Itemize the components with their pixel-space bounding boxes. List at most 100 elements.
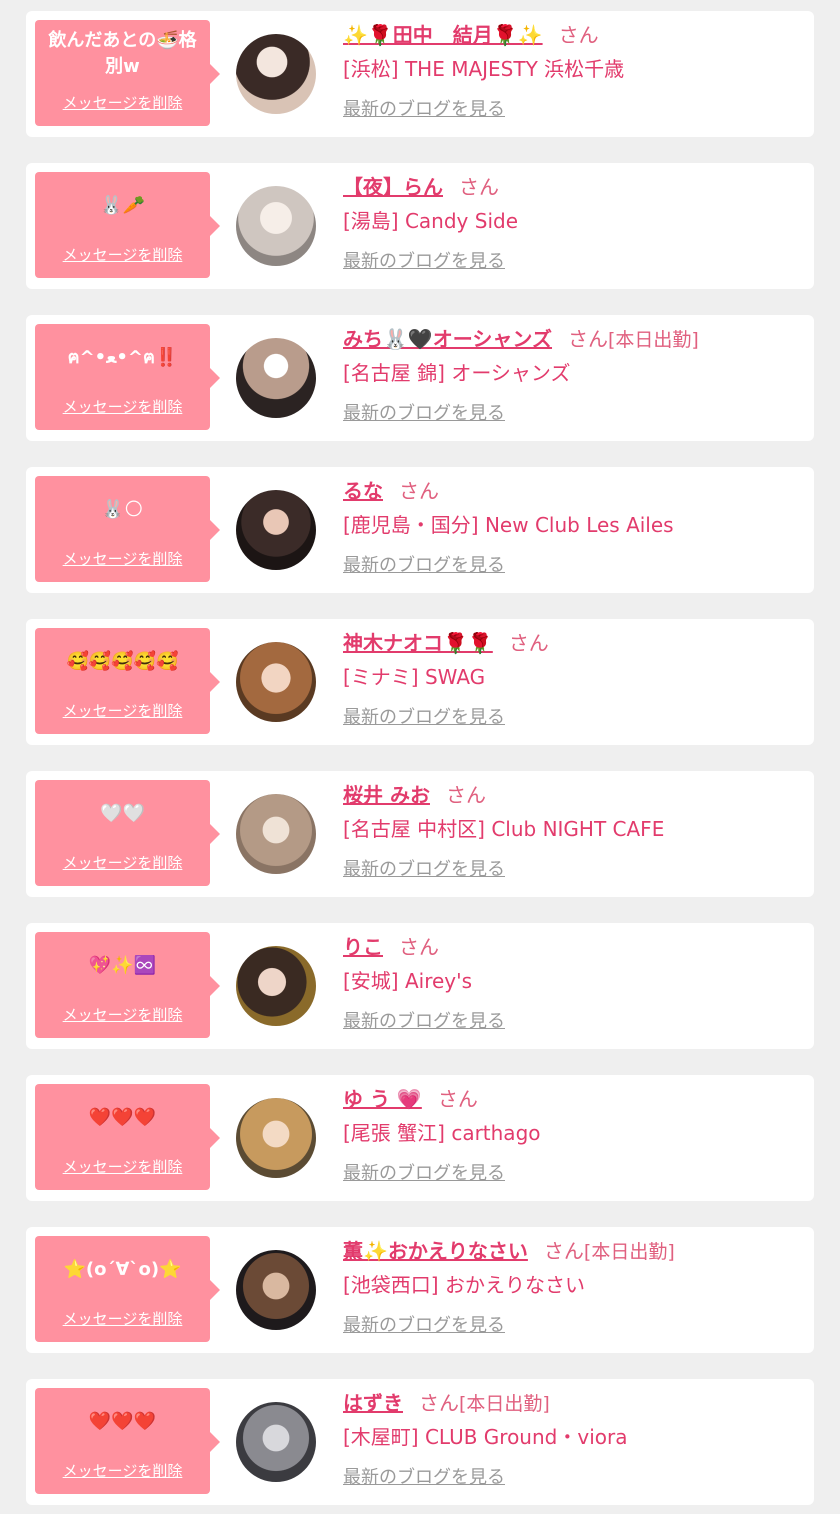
avatar[interactable]	[236, 1402, 316, 1482]
message-card: ⭐️(o´∀`o)⭐️ メッセージを削除 薫✨おかえりなさい さん[本日出勤] […	[26, 1227, 814, 1353]
shop-name: [鹿児島・国分] New Club Les Ailes	[343, 513, 674, 537]
message-bubble: ฅ^•ﻌ•^ฅ‼️ メッセージを削除	[35, 324, 220, 430]
shop-name: [尾張 蟹江] carthago	[343, 1121, 541, 1145]
avatar[interactable]	[236, 794, 316, 874]
name-line: みち🐰🖤オーシャンズ さん[本日出勤]	[343, 325, 804, 353]
message-text: ❤️❤️❤️	[88, 1411, 157, 1432]
honorific: さん	[399, 935, 439, 959]
message-bubble: ❤️❤️❤️ メッセージを削除	[35, 1084, 220, 1190]
latest-blog-link[interactable]: 最新のブログを見る	[343, 1311, 505, 1337]
message-card: 🤍🤍 メッセージを削除 桜井 みお さん [名古屋 中村区] Club NIGHT…	[26, 771, 814, 897]
cast-name-link[interactable]: りこ	[343, 935, 383, 959]
delete-message-link[interactable]: メッセージを削除	[63, 1004, 183, 1025]
latest-blog-link[interactable]: 最新のブログを見る	[343, 1007, 505, 1033]
avatar[interactable]	[236, 186, 316, 266]
delete-message-link[interactable]: メッセージを削除	[63, 396, 183, 417]
delete-message-link[interactable]: メッセージを削除	[63, 1156, 183, 1177]
cast-name-link[interactable]: ✨🌹田中 結月🌹✨	[343, 23, 543, 47]
delete-message-link[interactable]: メッセージを削除	[63, 92, 183, 113]
work-status-badge: [本日出勤]	[459, 1393, 550, 1415]
message-bubble: 🤍🤍 メッセージを削除	[35, 780, 220, 886]
message-card: 🐰🥕 メッセージを削除 【夜】らん さん [湯島] Candy Side 最新のブ…	[26, 163, 814, 289]
message-text: ⭐️(o´∀`o)⭐️	[63, 1259, 182, 1280]
honorific: さん	[419, 1391, 459, 1415]
shop-name: [浜松] THE MAJESTY 浜松千歳	[343, 57, 625, 81]
message-bubble: 飲んだあとの🍜格別w メッセージを削除	[35, 20, 220, 126]
message-bubble: 🐰🌕 メッセージを削除	[35, 476, 220, 582]
latest-blog-link[interactable]: 最新のブログを見る	[343, 247, 505, 273]
profile-info: はずき さん[本日出勤] [木屋町] CLUB Ground・viora 最新のブ…	[343, 1389, 804, 1489]
message-text: 🐰🌕	[101, 499, 144, 520]
cast-name-link[interactable]: 神木ナオコ🌹🌹	[343, 631, 493, 655]
delete-message-link[interactable]: メッセージを削除	[63, 700, 183, 721]
message-bubble: 🐰🥕 メッセージを削除	[35, 172, 220, 278]
delete-message-link[interactable]: メッセージを削除	[63, 1460, 183, 1481]
message-text: 🤍🤍	[100, 803, 145, 824]
message-text: 🐰🥕	[100, 195, 145, 216]
delete-message-link[interactable]: メッセージを削除	[63, 852, 183, 873]
profile-info: 【夜】らん さん [湯島] Candy Side 最新のブログを見る	[343, 173, 804, 273]
latest-blog-link[interactable]: 最新のブログを見る	[343, 855, 505, 881]
message-bubble: ⭐️(o´∀`o)⭐️ メッセージを削除	[35, 1236, 220, 1342]
latest-blog-link[interactable]: 最新のブログを見る	[343, 1159, 505, 1185]
delete-message-link[interactable]: メッセージを削除	[63, 548, 183, 569]
latest-blog-link[interactable]: 最新のブログを見る	[343, 703, 505, 729]
honorific: さん	[558, 23, 599, 47]
message-card: ❤️❤️❤️ メッセージを削除 はずき さん[本日出勤] [木屋町] CLUB G…	[26, 1379, 814, 1505]
avatar[interactable]	[236, 642, 316, 722]
avatar[interactable]	[236, 490, 316, 570]
honorific: さん	[445, 783, 486, 807]
delete-message-link[interactable]: メッセージを削除	[63, 244, 183, 265]
shop-name: [木屋町] CLUB Ground・viora	[343, 1425, 628, 1449]
shop-name: [名古屋 錦] オーシャンズ	[343, 361, 571, 385]
delete-message-link[interactable]: メッセージを削除	[63, 1308, 183, 1329]
honorific: さん	[543, 1239, 584, 1263]
latest-blog-link[interactable]: 最新のブログを見る	[343, 551, 505, 577]
latest-blog-link[interactable]: 最新のブログを見る	[343, 1463, 505, 1489]
cast-name-link[interactable]: 【夜】らん	[343, 175, 443, 199]
profile-info: 神木ナオコ🌹🌹 さん [ミナミ] SWAG 最新のブログを見る	[343, 629, 804, 729]
cast-name-link[interactable]: 桜井 みお	[343, 783, 430, 807]
message-text: 飲んだあとの🍜格別w	[48, 30, 197, 77]
profile-info: ✨🌹田中 結月🌹✨ さん [浜松] THE MAJESTY 浜松千歳 最新のブログ…	[343, 21, 804, 121]
message-card: 🥰🥰🥰🥰🥰 メッセージを削除 神木ナオコ🌹🌹 さん [ミナミ] SWAG 最新のブ…	[26, 619, 814, 745]
honorific: さん	[508, 631, 549, 655]
message-bubble: ❤️❤️❤️ メッセージを削除	[35, 1388, 220, 1494]
work-status-badge: [本日出勤]	[583, 1241, 675, 1263]
shop-name: [安城] Airey's	[343, 969, 473, 993]
avatar[interactable]	[236, 946, 316, 1026]
avatar[interactable]	[236, 1250, 316, 1330]
name-line: 桜井 みお さん	[343, 781, 804, 809]
profile-info: 桜井 みお さん [名古屋 中村区] Club NIGHT CAFE 最新のブログ…	[343, 781, 804, 881]
shop-name: [名古屋 中村区] Club NIGHT CAFE	[343, 817, 665, 841]
profile-info: るな さん [鹿児島・国分] New Club Les Ailes 最新のブログを…	[343, 477, 804, 577]
profile-info: 薫✨おかえりなさい さん[本日出勤] [池袋西口] おかえりなさい 最新のブログを…	[343, 1237, 804, 1337]
cast-name-link[interactable]: ゆ う 💗	[343, 1087, 422, 1111]
work-status-badge: [本日出勤]	[608, 329, 699, 351]
latest-blog-link[interactable]: 最新のブログを見る	[343, 399, 505, 425]
cast-name-link[interactable]: はずき	[343, 1391, 403, 1415]
name-line: 【夜】らん さん	[343, 173, 804, 201]
message-list: 飲んだあとの🍜格別w メッセージを削除 ✨🌹田中 結月🌹✨ さん [浜松] THE…	[0, 0, 840, 1514]
message-card: 💖✨♾️ メッセージを削除 りこ さん [安城] Airey's 最新のブログを見…	[26, 923, 814, 1049]
name-line: ✨🌹田中 結月🌹✨ さん	[343, 21, 804, 49]
avatar[interactable]	[236, 338, 316, 418]
name-line: りこ さん	[343, 933, 804, 961]
name-line: はずき さん[本日出勤]	[343, 1389, 804, 1417]
name-line: るな さん	[343, 477, 804, 505]
message-card: 飲んだあとの🍜格別w メッセージを削除 ✨🌹田中 結月🌹✨ さん [浜松] THE…	[26, 11, 814, 137]
message-card: ฅ^•ﻌ•^ฅ‼️ メッセージを削除 みち🐰🖤オーシャンズ さん[本日出勤] [名…	[26, 315, 814, 441]
avatar[interactable]	[236, 34, 316, 114]
profile-info: りこ さん [安城] Airey's 最新のブログを見る	[343, 933, 804, 1033]
latest-blog-link[interactable]: 最新のブログを見る	[343, 95, 505, 121]
cast-name-link[interactable]: るな	[343, 479, 383, 503]
message-text: ❤️❤️❤️	[88, 1107, 157, 1128]
cast-name-link[interactable]: 薫✨おかえりなさい	[343, 1239, 528, 1263]
message-text: 🥰🥰🥰🥰🥰	[66, 651, 179, 672]
message-card: 🐰🌕 メッセージを削除 るな さん [鹿児島・国分] New Club Les A…	[26, 467, 814, 593]
message-text: ฅ^•ﻌ•^ฅ‼️	[67, 347, 178, 368]
name-line: 薫✨おかえりなさい さん[本日出勤]	[343, 1237, 804, 1265]
cast-name-link[interactable]: みち🐰🖤オーシャンズ	[343, 327, 552, 351]
avatar[interactable]	[236, 1098, 316, 1178]
message-bubble: 🥰🥰🥰🥰🥰 メッセージを削除	[35, 628, 220, 734]
